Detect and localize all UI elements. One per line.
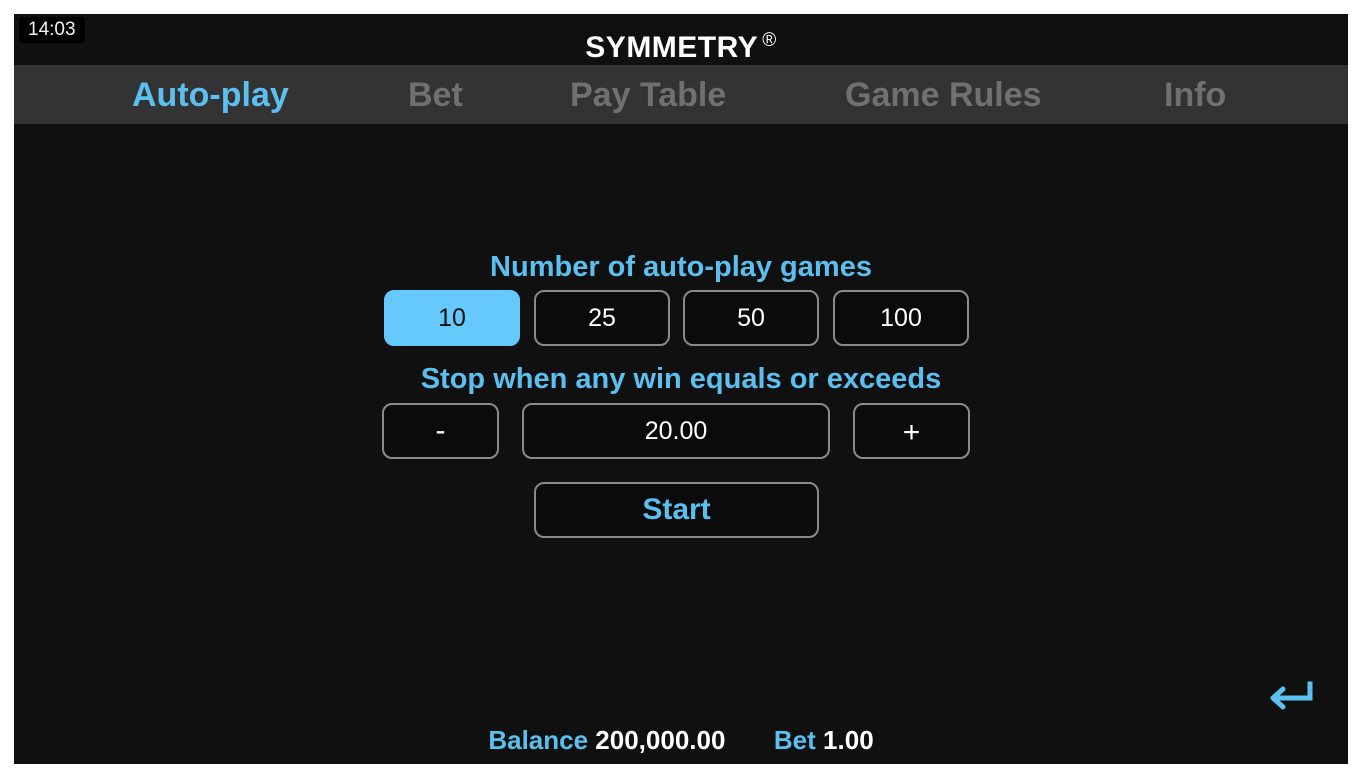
tab-bar: Auto-play Bet Pay Table Game Rules Info: [14, 65, 1348, 124]
games-option-25[interactable]: 25: [534, 290, 670, 346]
games-option-10[interactable]: 10: [384, 290, 520, 346]
stop-value-field: 20.00: [522, 403, 830, 459]
balance-label: Balance: [488, 725, 589, 755]
game-title: SYMMETRY ®: [14, 14, 1348, 64]
bet-label: Bet: [773, 725, 816, 755]
tab-bet[interactable]: Bet: [408, 65, 463, 124]
registered-mark: ®: [762, 30, 777, 51]
games-option-50[interactable]: 50: [683, 290, 819, 346]
game-panel: 14:03 SYMMETRY ® Auto-play Bet Pay Table …: [14, 14, 1348, 764]
tab-pay-table[interactable]: Pay Table: [570, 65, 726, 124]
return-arrow-icon[interactable]: [1266, 674, 1316, 714]
start-button[interactable]: Start: [534, 482, 819, 538]
tab-game-rules[interactable]: Game Rules: [845, 65, 1042, 124]
game-title-text: SYMMETRY: [585, 31, 759, 64]
games-heading: Number of auto-play games: [490, 251, 872, 283]
balance-value: 200,000.00: [595, 725, 726, 755]
bet-value: 1.00: [823, 725, 874, 755]
decrease-button[interactable]: -: [382, 403, 499, 459]
tab-info[interactable]: Info: [1164, 65, 1226, 124]
stop-heading: Stop when any win equals or exceeds: [420, 363, 942, 395]
games-option-100[interactable]: 100: [833, 290, 969, 346]
tab-auto-play[interactable]: Auto-play: [132, 65, 289, 124]
increase-button[interactable]: +: [853, 403, 970, 459]
balance-bar: Balance 200,000.00 Bet 1.00: [14, 725, 1348, 756]
